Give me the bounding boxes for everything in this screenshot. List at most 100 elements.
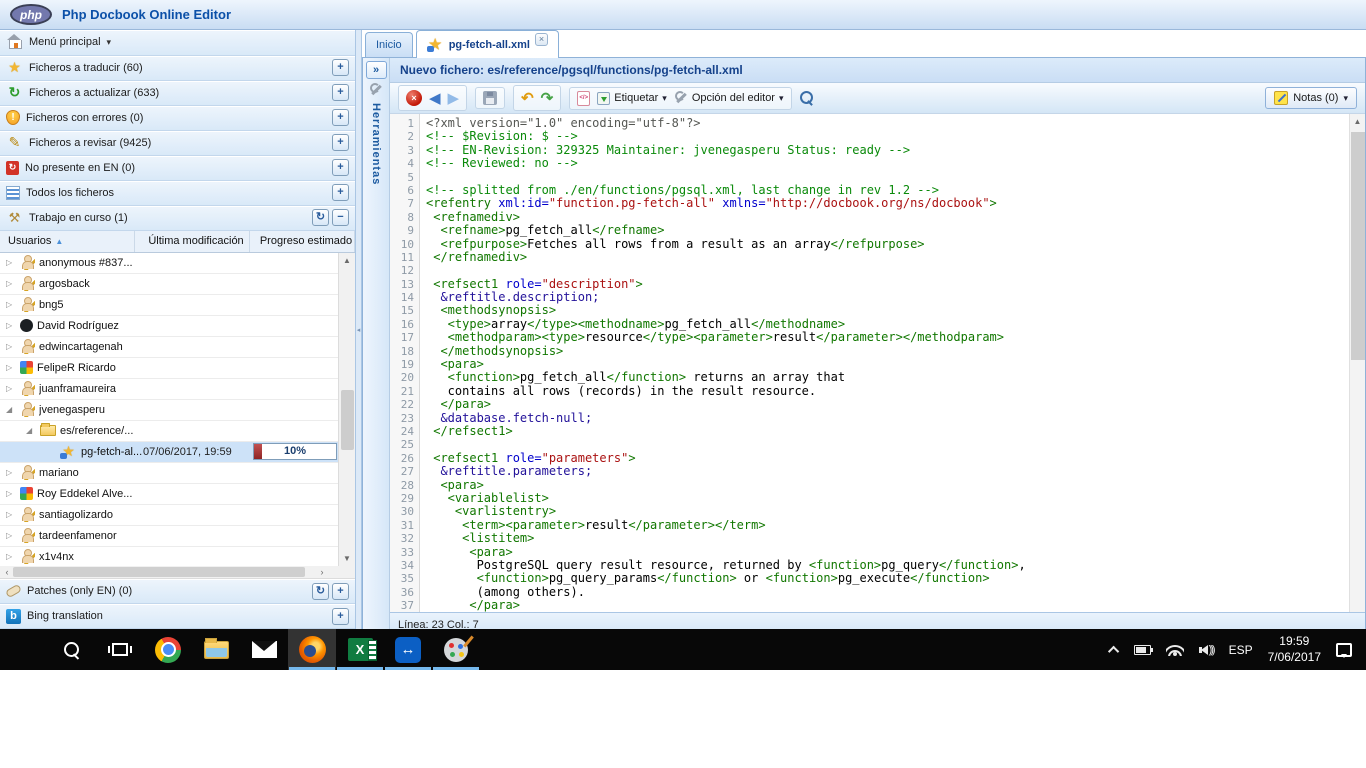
add-button[interactable]: + — [332, 184, 349, 201]
chrome-taskbar-button[interactable] — [144, 629, 192, 670]
expand-toggle-icon[interactable]: ▷ — [6, 258, 16, 267]
scroll-down-icon[interactable]: ▼ — [339, 551, 355, 566]
search-taskbar-button[interactable] — [48, 629, 96, 670]
tab-pg-fetch-all[interactable]: ★ pg-fetch-all.xml × — [416, 30, 559, 58]
expand-toggle-icon[interactable]: ▷ — [6, 384, 16, 393]
user-row[interactable]: ◢jvenegasperu — [0, 400, 339, 421]
undo-button[interactable]: ↶ — [521, 89, 534, 107]
sidebar-item-shield[interactable]: !Ficheros con errores (0)+ — [0, 106, 355, 131]
code-doc-icon[interactable]: </> — [577, 91, 590, 106]
firefox-taskbar-button[interactable] — [288, 629, 336, 670]
scroll-thumb[interactable] — [341, 390, 354, 450]
user-row[interactable]: ▷x1v4nx — [0, 547, 339, 566]
expand-toggle-icon[interactable]: ▷ — [6, 300, 16, 309]
close-file-button[interactable]: × — [406, 90, 422, 106]
expand-toggle-icon[interactable]: ▷ — [6, 552, 16, 561]
clock[interactable]: 19:59 7/06/2017 — [1268, 634, 1321, 665]
expand-toggle-icon[interactable]: ▷ — [6, 489, 16, 498]
code-content[interactable]: <?xml version="1.0" encoding="utf-8"?><!… — [420, 114, 1349, 612]
expand-toggle-icon[interactable]: ▷ — [6, 510, 16, 519]
expand-toggle-icon[interactable]: ▷ — [6, 342, 16, 351]
user-row[interactable]: ▷David Rodríguez — [0, 316, 339, 337]
user-row[interactable]: ▷mariano — [0, 463, 339, 484]
back-button[interactable]: ◀ — [429, 89, 441, 107]
user-row[interactable]: ▷Roy Eddekel Alve... — [0, 484, 339, 505]
user-row[interactable]: ▷FelipeR Ricardo — [0, 358, 339, 379]
herramientas-label[interactable]: Herramientas — [370, 103, 382, 185]
column-usuarios[interactable]: Usuarios ▲ — [0, 231, 135, 252]
wifi-icon[interactable] — [1166, 643, 1184, 656]
menu-principal-button[interactable]: Menú principal ▾ — [0, 30, 355, 56]
task-view-taskbar-button[interactable] — [96, 629, 144, 670]
scroll-up-icon[interactable]: ▲ — [339, 253, 355, 268]
folder-row[interactable]: ◢es/reference/... — [0, 421, 339, 442]
editor-scrollbar[interactable]: ▲ — [1349, 114, 1365, 612]
battery-icon[interactable] — [1134, 645, 1151, 655]
redo-button[interactable]: ↷ — [541, 89, 554, 107]
expand-toggle-icon[interactable]: ◢ — [6, 405, 16, 414]
user-row[interactable]: ▷juanframaureira — [0, 379, 339, 400]
expand-toggle-icon[interactable]: ▷ — [6, 468, 16, 477]
file-row[interactable]: ★pg-fetch-al...07/06/2017, 19:5910% — [0, 442, 339, 463]
mail-taskbar-button[interactable] — [240, 629, 288, 670]
sidebar-item-star[interactable]: ★Ficheros a traducir (60)+ — [0, 56, 355, 81]
paint-taskbar-button[interactable] — [432, 629, 480, 670]
collapse-button[interactable]: − — [332, 209, 349, 226]
expand-toggle-icon[interactable]: ▷ — [6, 531, 16, 540]
add-button[interactable]: + — [332, 109, 349, 126]
action-center-icon[interactable] — [1336, 643, 1352, 657]
sidebar-item-pencil[interactable]: ✎Ficheros a revisar (9425)+ — [0, 131, 355, 156]
volume-icon[interactable]: ))) — [1199, 644, 1214, 656]
tab-inicio[interactable]: Inicio — [365, 32, 413, 57]
notas-button[interactable]: Notas (0) ▾ — [1265, 87, 1357, 109]
user-list-scrollbar[interactable]: ▲▼ — [338, 253, 355, 566]
horizontal-scroll-thumb[interactable] — [13, 567, 305, 577]
keyboard-language[interactable]: ESP — [1229, 643, 1253, 657]
column-progreso-estimado[interactable]: Progreso estimado — [250, 231, 355, 252]
expand-toggle-icon[interactable]: ▷ — [6, 321, 16, 330]
refresh-button[interactable]: ↻ — [312, 583, 329, 600]
teamviewer-taskbar-button[interactable] — [384, 629, 432, 670]
user-row[interactable]: ▷tardeenfamenor — [0, 526, 339, 547]
excel-taskbar-button[interactable] — [336, 629, 384, 670]
scroll-right-icon[interactable]: › — [315, 566, 329, 579]
scroll-up-icon[interactable]: ▲ — [1350, 114, 1365, 129]
show-hidden-icons-button[interactable] — [1108, 645, 1119, 656]
sidebar-item-bing[interactable]: bBing translation+ — [0, 604, 355, 629]
horizontal-scrollbar[interactable]: ‹ › — [0, 566, 355, 579]
sidebar-item-refresh[interactable]: ↻Ficheros a actualizar (633)+ — [0, 81, 355, 106]
refresh-button[interactable]: ↻ — [312, 209, 329, 226]
column-ultima-modificacion[interactable]: Última modificación — [135, 231, 250, 252]
user-row[interactable]: ▷santiagolizardo — [0, 505, 339, 526]
user-row[interactable]: ▷edwincartagenah — [0, 337, 339, 358]
add-button[interactable]: + — [332, 84, 349, 101]
user-row[interactable]: ▷argosback — [0, 274, 339, 295]
add-button[interactable]: + — [332, 59, 349, 76]
scroll-left-icon[interactable]: ‹ — [0, 566, 14, 579]
expand-toggle-icon[interactable]: ▷ — [6, 279, 16, 288]
tab-close-icon[interactable]: × — [535, 33, 548, 46]
editor-scroll-thumb[interactable] — [1351, 132, 1365, 360]
sidebar-item-hammer[interactable]: ⚒Trabajo en curso (1)↻− — [0, 206, 355, 231]
add-button[interactable]: + — [332, 583, 349, 600]
sidebar-item-patch[interactable]: Patches (only EN) (0)↻+ — [0, 579, 355, 604]
start-taskbar-button[interactable] — [0, 629, 48, 670]
opcion-del-editor-button[interactable]: Opción del editor ▾ — [674, 91, 784, 105]
expand-toggle-icon[interactable]: ◢ — [26, 426, 36, 435]
sidebar-item-list[interactable]: Todos los ficheros+ — [0, 181, 355, 206]
save-button[interactable] — [483, 91, 497, 105]
chevron-down-icon: ▾ — [779, 93, 784, 104]
sidebar-item-trash[interactable]: ↻No presente en EN (0)+ — [0, 156, 355, 181]
add-button[interactable]: + — [332, 608, 349, 625]
etiquetar-button[interactable]: Etiquetar ▾ — [597, 92, 667, 105]
user-row[interactable]: ▷anonymous #837... — [0, 253, 339, 274]
expand-toggle-icon[interactable]: ▷ — [6, 363, 16, 372]
forward-button[interactable]: ▶ — [448, 89, 460, 107]
add-button[interactable]: + — [332, 134, 349, 151]
add-button[interactable]: + — [332, 159, 349, 176]
zoom-button[interactable] — [800, 91, 814, 105]
user-row[interactable]: ▷bng5 — [0, 295, 339, 316]
file-explorer-taskbar-button[interactable] — [192, 629, 240, 670]
expand-tools-button[interactable]: » — [366, 61, 387, 79]
code-editor[interactable]: 1234567891011121314151617181920212223242… — [390, 114, 1365, 612]
